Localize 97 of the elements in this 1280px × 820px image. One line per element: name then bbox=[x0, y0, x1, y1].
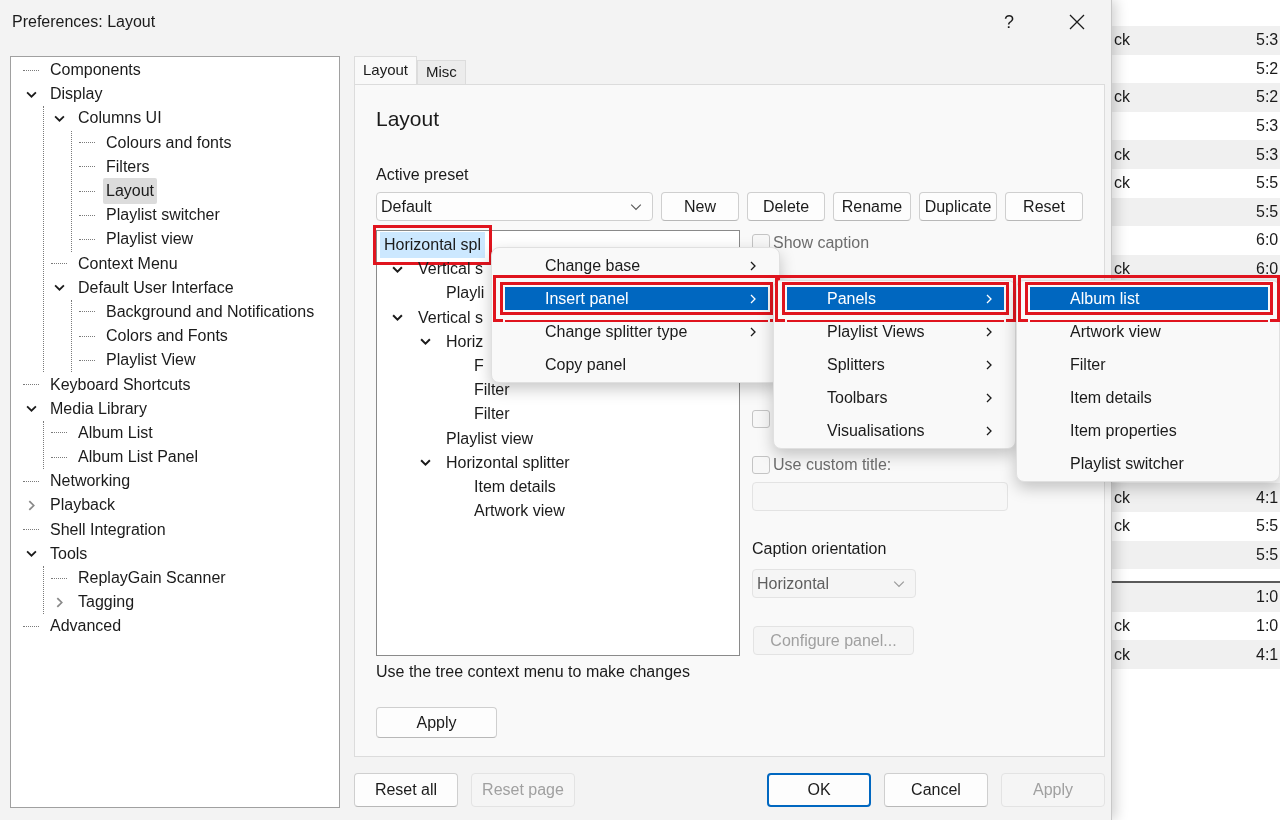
preset-button[interactable]: Delete bbox=[747, 192, 825, 221]
table-cell-text: 5:5 bbox=[1256, 173, 1280, 194]
tree-item[interactable]: Default User Interface bbox=[75, 274, 237, 301]
dialog-button[interactable]: Cancel bbox=[884, 773, 988, 807]
field-label: Caption orientation bbox=[752, 539, 887, 559]
close-icon[interactable] bbox=[1069, 14, 1085, 30]
tree-item[interactable]: Playlist view bbox=[442, 425, 538, 452]
chevron-down-icon[interactable] bbox=[53, 282, 65, 294]
tree-item[interactable]: Keyboard Shortcuts bbox=[47, 371, 194, 398]
tree-item[interactable]: Playback bbox=[47, 492, 118, 519]
table-cell-text: 1:0 bbox=[1256, 616, 1280, 636]
tree-item[interactable]: Tools bbox=[47, 540, 91, 567]
tree-item[interactable]: Components bbox=[47, 57, 144, 84]
tree-item[interactable]: Horizontal splitter bbox=[442, 449, 574, 476]
field-label: Active preset bbox=[376, 165, 470, 185]
tree-item[interactable]: Colors and Fonts bbox=[103, 323, 231, 350]
tree-item[interactable]: Album List Panel bbox=[75, 444, 202, 471]
table-cell-text: ck bbox=[1114, 144, 1130, 165]
menu-item[interactable]: Copy panel bbox=[500, 348, 773, 381]
menu-item[interactable]: Splitters bbox=[782, 348, 1009, 381]
tree-item[interactable]: Layout bbox=[103, 178, 158, 205]
chevron-down-icon[interactable] bbox=[391, 312, 403, 324]
tree-item[interactable]: Artwork view bbox=[470, 498, 569, 525]
table-cell-text: 5:5 bbox=[1256, 544, 1280, 565]
tab[interactable]: Misc bbox=[417, 60, 466, 84]
chevron-down-icon[interactable] bbox=[419, 457, 431, 469]
menu-item[interactable]: Item details bbox=[1025, 381, 1273, 414]
checkbox-label: Use custom title: bbox=[773, 455, 892, 475]
table-cell-text: ck bbox=[1114, 616, 1130, 636]
preset-dropdown[interactable]: Default bbox=[376, 192, 653, 221]
tree-item[interactable]: Vertical s bbox=[414, 304, 487, 331]
tab[interactable]: Layout bbox=[354, 56, 418, 84]
page-heading: Layout bbox=[376, 106, 441, 132]
preset-button[interactable]: Reset bbox=[1005, 192, 1083, 221]
table-cell-text: ck bbox=[1114, 516, 1130, 537]
tree-item[interactable]: ReplayGain Scanner bbox=[75, 565, 229, 592]
menu-item[interactable]: Playlist switcher bbox=[1025, 447, 1273, 480]
table-cell-text: 5:3 bbox=[1256, 116, 1280, 137]
hint-text: Use the tree context menu to make changes bbox=[376, 662, 691, 682]
table-cell-text: ck bbox=[1114, 87, 1130, 108]
checkbox-label: Show caption bbox=[773, 233, 870, 253]
tree-item[interactable]: Playlist switcher bbox=[103, 202, 223, 229]
tree-item[interactable]: Playlist view bbox=[103, 226, 197, 253]
table-cell-text: 5:2 bbox=[1256, 87, 1280, 108]
window-title: Preferences: Layout bbox=[12, 12, 156, 32]
tree-item[interactable]: Context Menu bbox=[75, 250, 181, 277]
table-cell-text: 5:3 bbox=[1256, 144, 1280, 165]
table-cell-text: 6:0 bbox=[1256, 230, 1280, 251]
table-cell-text: ck bbox=[1114, 173, 1130, 194]
tree-item[interactable]: Filters bbox=[103, 153, 153, 180]
table-cell-text: 5:2 bbox=[1256, 58, 1280, 79]
tree-item[interactable]: Filter bbox=[470, 401, 514, 428]
menu-item[interactable]: Artwork view bbox=[1025, 315, 1273, 348]
table-cell-text: ck bbox=[1114, 487, 1130, 508]
menu-item[interactable]: Filter bbox=[1025, 348, 1273, 381]
table-cell-text: 5:5 bbox=[1256, 516, 1280, 537]
tree-item[interactable]: Shell Integration bbox=[47, 516, 169, 543]
menu-item[interactable]: Toolbars bbox=[782, 381, 1009, 414]
table-cell-text: 4:1 bbox=[1256, 644, 1280, 665]
dialog-button[interactable]: OK bbox=[767, 773, 871, 807]
tree-item[interactable]: Playlist View bbox=[103, 347, 199, 374]
chevron-down-icon[interactable] bbox=[25, 548, 37, 560]
tree-item[interactable]: Advanced bbox=[47, 613, 125, 640]
table-cell-text: 6:0 bbox=[1256, 259, 1280, 280]
tree-item[interactable]: Horiz bbox=[442, 328, 488, 355]
tree-item[interactable]: F bbox=[470, 353, 488, 380]
table-cell-text: ck bbox=[1114, 30, 1130, 51]
table-cell-text: 4:1 bbox=[1256, 487, 1280, 508]
dialog-button[interactable]: Reset all bbox=[354, 773, 458, 807]
table-cell-text: 1:0 bbox=[1256, 587, 1280, 608]
tree-item[interactable]: Media Library bbox=[47, 395, 150, 422]
table-cell-text: ck bbox=[1114, 259, 1130, 280]
table-cell-text: 5:3 bbox=[1256, 30, 1280, 51]
menu-item[interactable]: Visualisations bbox=[782, 414, 1009, 447]
chevron-down-icon[interactable] bbox=[25, 403, 37, 415]
menu-item[interactable]: Change base bbox=[500, 249, 773, 282]
tree-item[interactable]: Tagging bbox=[75, 589, 138, 616]
menu-item[interactable]: Change splitter type bbox=[500, 315, 773, 348]
preset-button[interactable]: Duplicate bbox=[919, 192, 997, 221]
menu-item[interactable]: Item properties bbox=[1025, 414, 1273, 447]
tree-item[interactable]: Columns UI bbox=[75, 105, 165, 132]
tree-item[interactable]: Background and Notifications bbox=[103, 298, 318, 325]
tree-item[interactable]: Display bbox=[47, 81, 106, 108]
tree-item[interactable]: Vertical s bbox=[414, 256, 487, 283]
tree-item[interactable]: Colours and fonts bbox=[103, 129, 235, 156]
tree-item[interactable]: Album List bbox=[75, 419, 156, 446]
help-button[interactable]: ? bbox=[994, 8, 1024, 36]
tree-item[interactable]: Networking bbox=[47, 468, 134, 495]
tree-item[interactable]: Playli bbox=[442, 280, 489, 307]
chevron-down-icon[interactable] bbox=[419, 336, 431, 348]
tree-item[interactable]: Item details bbox=[470, 473, 560, 500]
menu-item[interactable]: Playlist Views bbox=[782, 315, 1009, 348]
preset-button[interactable]: New bbox=[661, 192, 739, 221]
table-cell-text: 5:5 bbox=[1256, 201, 1280, 222]
table-cell-text: ck bbox=[1114, 644, 1130, 665]
preset-button[interactable]: Rename bbox=[833, 192, 911, 221]
apply-button[interactable]: Apply bbox=[376, 707, 497, 738]
